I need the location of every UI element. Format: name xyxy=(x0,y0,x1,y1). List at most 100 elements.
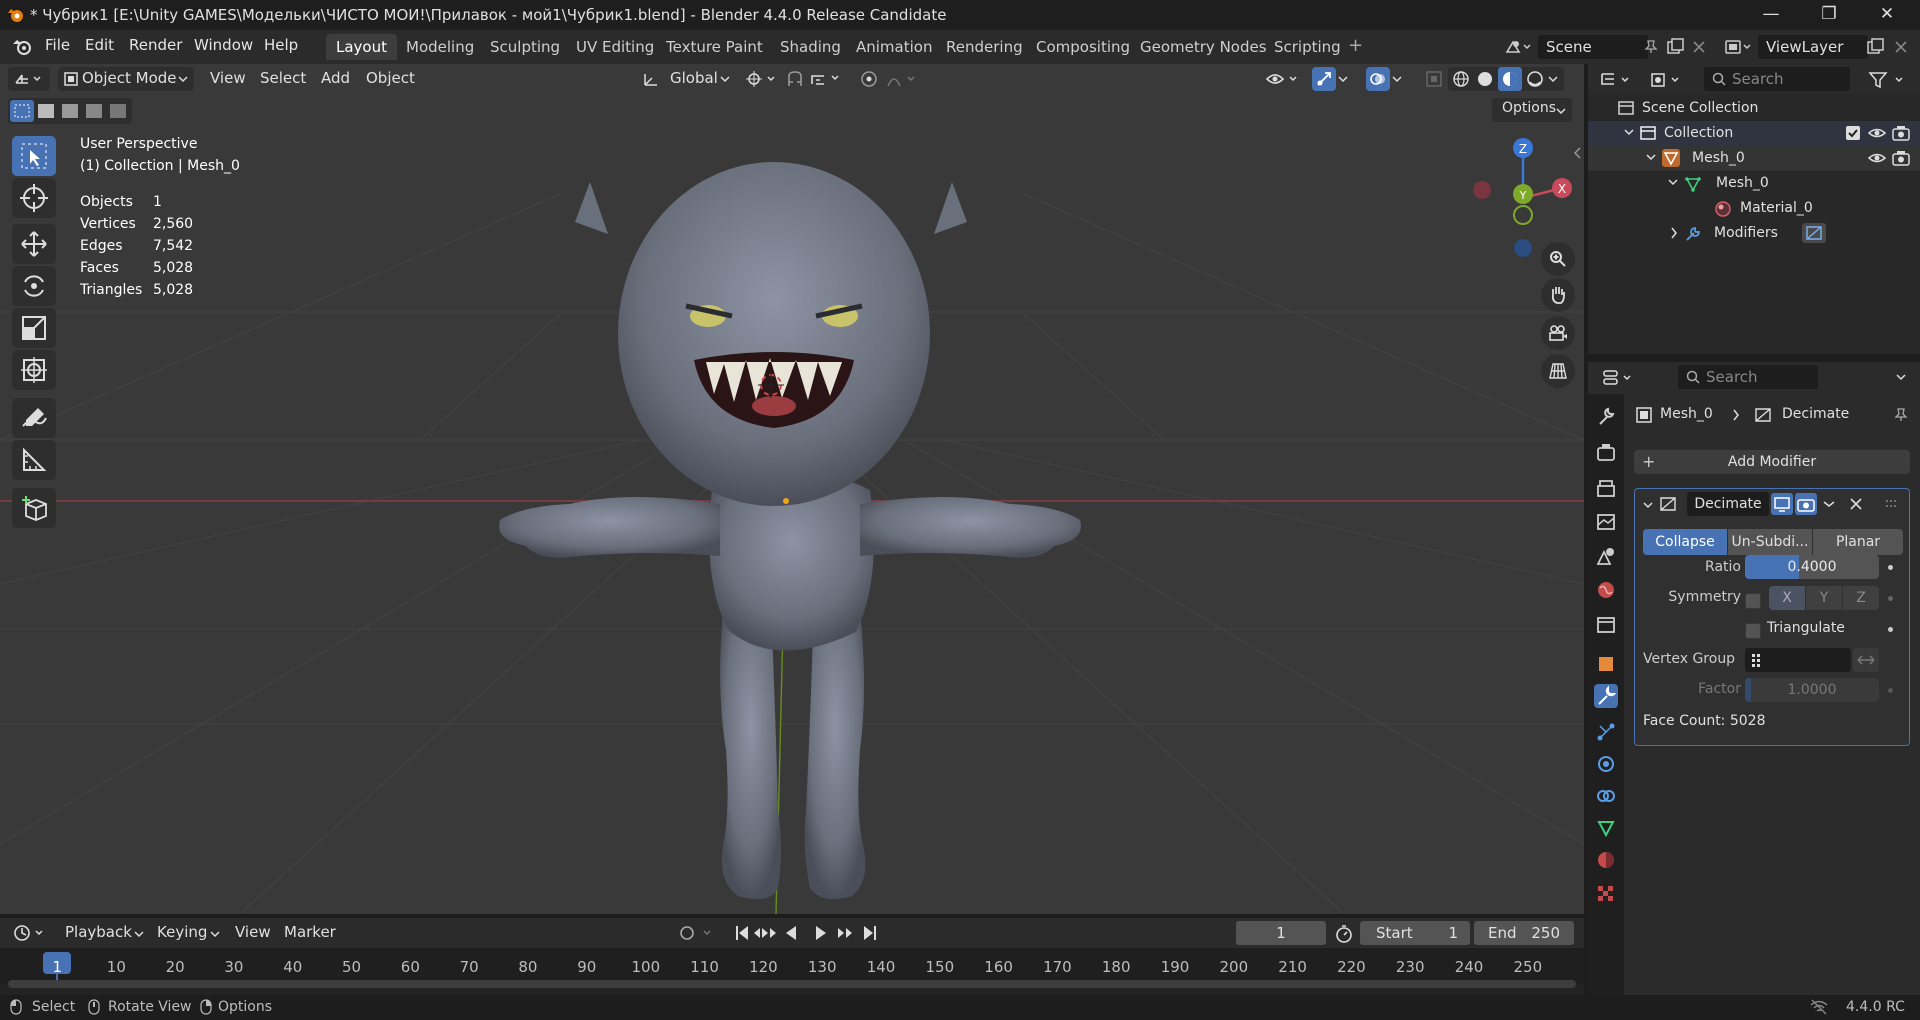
tab-scripting[interactable]: Scripting xyxy=(1264,34,1351,60)
chevron-down-icon[interactable] xyxy=(1896,373,1906,381)
chevron-down-icon[interactable] xyxy=(1548,75,1558,83)
symmetry-axis-x[interactable]: X xyxy=(1769,586,1805,610)
eye-icon[interactable] xyxy=(1868,126,1886,140)
keyframe-dot-icon[interactable] xyxy=(1888,627,1893,632)
chevron-down-icon[interactable] xyxy=(1823,500,1835,508)
chevron-right-icon[interactable] xyxy=(1670,227,1678,239)
viewport-menu-object[interactable]: Object xyxy=(366,69,415,87)
tab-shading[interactable]: Shading xyxy=(770,34,851,60)
outliner-row-material[interactable]: Material_0 xyxy=(1588,196,1920,221)
snap-icon[interactable] xyxy=(786,70,856,88)
transform-tool[interactable] xyxy=(12,350,56,390)
menu-file[interactable]: File xyxy=(45,36,70,54)
pin-icon[interactable] xyxy=(1894,408,1908,422)
filter-icon[interactable] xyxy=(1868,70,1908,90)
symmetry-checkbox[interactable] xyxy=(1745,593,1761,609)
properties-editor[interactable]: Search Mesh_0 Decimate + Add Modifier De… xyxy=(1588,362,1920,995)
select-invert-button[interactable] xyxy=(86,104,102,118)
playback-controls[interactable] xyxy=(734,924,884,942)
measure-tool[interactable] xyxy=(12,440,56,480)
tab-layout[interactable]: Layout xyxy=(326,34,397,60)
transform-orientation-dropdown[interactable]: Global xyxy=(638,67,734,91)
gizmo-toggle-button[interactable] xyxy=(1312,67,1336,91)
start-frame-field[interactable]: Start 1 xyxy=(1360,921,1470,945)
timeline-editor-type-icon[interactable] xyxy=(12,923,50,943)
invert-vertex-group-button[interactable] xyxy=(1853,648,1879,672)
symmetry-axis-z[interactable]: Z xyxy=(1843,586,1879,610)
collection-tab-icon[interactable] xyxy=(1594,612,1618,636)
minimize-button[interactable]: — xyxy=(1742,0,1800,30)
solid-shading-icon[interactable] xyxy=(1476,70,1494,88)
add-cube-tool[interactable] xyxy=(12,488,56,528)
pivot-point-icon[interactable] xyxy=(746,71,780,87)
rotate-tool[interactable] xyxy=(12,266,56,306)
camera-render-icon[interactable] xyxy=(1892,150,1910,166)
texture-tab-icon[interactable] xyxy=(1594,882,1618,906)
material-preview-button[interactable] xyxy=(1498,67,1522,91)
toggle-perspective-button[interactable] xyxy=(1541,354,1575,388)
add-workspace-button[interactable]: + xyxy=(1348,35,1363,56)
select-subtract-button[interactable] xyxy=(62,104,78,118)
viewport-menu-add[interactable]: Add xyxy=(321,69,350,87)
tab-animation[interactable]: Animation xyxy=(846,34,942,60)
tab-modeling[interactable]: Modeling xyxy=(396,34,484,60)
keyframe-dot-icon[interactable] xyxy=(1888,688,1893,693)
maximize-button[interactable]: ❐ xyxy=(1800,0,1858,30)
outliner-row-modifiers[interactable]: Modifiers xyxy=(1588,221,1920,246)
end-frame-field[interactable]: End 250 xyxy=(1474,921,1574,945)
collapse-mode-button[interactable]: Collapse xyxy=(1643,529,1727,555)
tab-rendering[interactable]: Rendering xyxy=(936,34,1033,60)
drag-handle-icon[interactable] xyxy=(1885,499,1899,509)
triangulate-checkbox[interactable] xyxy=(1745,623,1761,639)
timeline-scrollbar[interactable] xyxy=(8,980,1576,988)
menu-render[interactable]: Render xyxy=(129,36,182,54)
3d-viewport[interactable]: Z X Y User Perspective (1) Collection | … xyxy=(0,64,1584,914)
menu-edit[interactable]: Edit xyxy=(85,36,114,54)
world-tab-icon[interactable] xyxy=(1594,578,1618,602)
new-scene-icon[interactable] xyxy=(1666,38,1684,56)
ratio-slider[interactable]: 0.4000 xyxy=(1745,555,1879,579)
modifier-name-field[interactable]: Decimate xyxy=(1687,492,1769,516)
timeline-menu-playback[interactable]: Playback xyxy=(65,923,132,941)
chevron-down-icon[interactable] xyxy=(1646,153,1656,161)
remove-view-layer-icon[interactable] xyxy=(1894,40,1908,54)
object-tab-icon[interactable] xyxy=(1594,652,1618,676)
tool-tab-icon[interactable] xyxy=(1594,404,1618,428)
outliner-row-collection[interactable]: Collection xyxy=(1588,121,1920,146)
close-window-button[interactable]: ✕ xyxy=(1858,0,1916,30)
outliner-row-scene-collection[interactable]: Scene Collection xyxy=(1588,96,1920,121)
annotate-tool[interactable] xyxy=(12,398,56,438)
tab-sculpting[interactable]: Sculpting xyxy=(480,34,570,60)
timeline-menu-view[interactable]: View xyxy=(235,923,271,941)
chevron-down-icon[interactable] xyxy=(1643,501,1653,509)
add-modifier-button[interactable]: + Add Modifier xyxy=(1634,450,1910,474)
xray-toggle-icon[interactable] xyxy=(1424,69,1444,89)
timeline-menu-marker[interactable]: Marker xyxy=(284,923,336,941)
menu-window[interactable]: Window xyxy=(194,36,253,54)
rendered-shading-icon[interactable] xyxy=(1526,70,1544,88)
move-tool[interactable] xyxy=(12,224,56,264)
view-layer-icon[interactable] xyxy=(1724,38,1754,56)
chevron-down-icon[interactable] xyxy=(1392,75,1402,83)
scene-icon[interactable] xyxy=(1504,38,1532,56)
scene-name-field[interactable]: Scene xyxy=(1538,35,1648,59)
character-mesh[interactable] xyxy=(480,110,1100,914)
overlays-toggle-button[interactable] xyxy=(1366,67,1390,91)
data-tab-icon[interactable] xyxy=(1594,816,1618,840)
viewport-menu-view[interactable]: View xyxy=(210,69,246,87)
tab-compositing[interactable]: Compositing xyxy=(1026,34,1140,60)
close-icon[interactable] xyxy=(1849,497,1863,511)
chevron-down-icon[interactable] xyxy=(1668,178,1678,186)
camera-render-icon[interactable] xyxy=(1892,125,1910,141)
visibility-dropdown-icon[interactable] xyxy=(1266,70,1302,88)
wireframe-shading-icon[interactable] xyxy=(1452,70,1470,88)
auto-keying-icon[interactable] xyxy=(678,924,720,942)
tab-uv-editing[interactable]: UV Editing xyxy=(566,34,664,60)
planar-mode-button[interactable]: Planar xyxy=(1813,529,1903,555)
view-layer-tab-icon[interactable] xyxy=(1594,510,1618,534)
stopwatch-icon[interactable] xyxy=(1334,924,1354,944)
select-intersect-button[interactable] xyxy=(110,104,126,118)
show-viewport-toggle[interactable] xyxy=(1771,493,1793,515)
decimate-modifier-badge[interactable] xyxy=(1802,223,1826,243)
pan-view-button[interactable] xyxy=(1541,278,1575,312)
